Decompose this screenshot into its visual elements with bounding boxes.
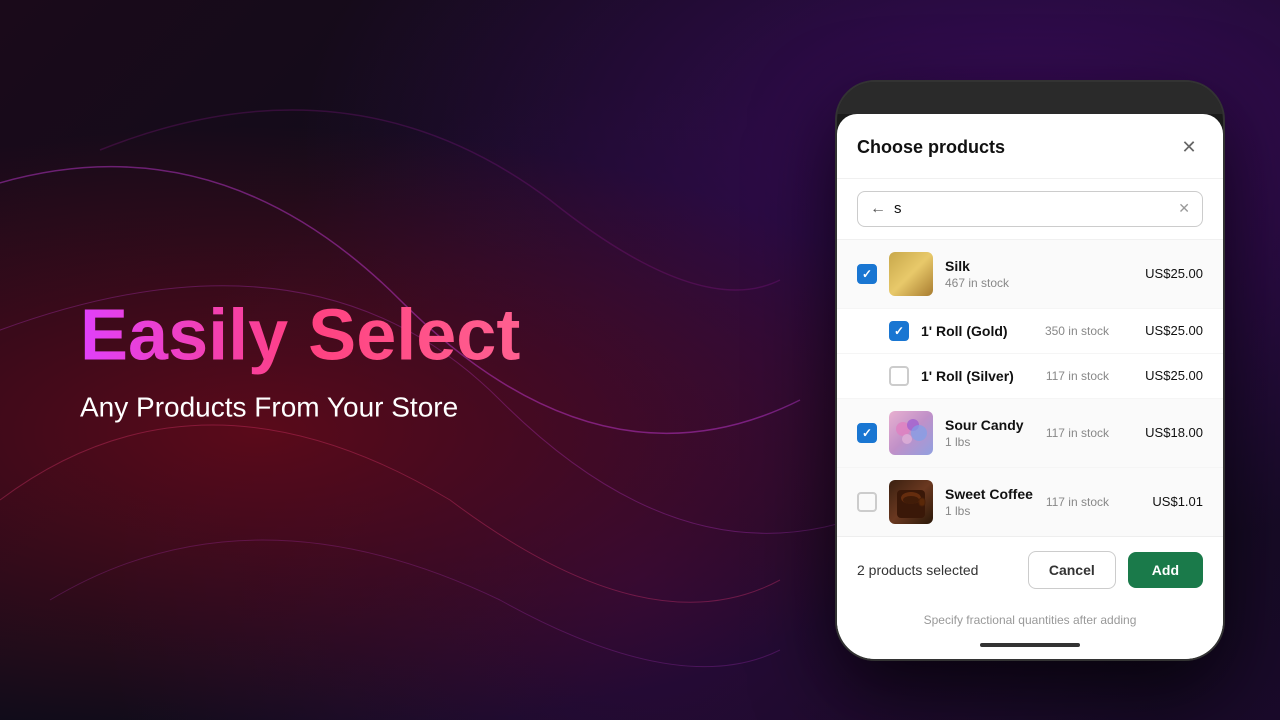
silk-gold-checkbox[interactable] — [889, 321, 909, 341]
modal-header: Choose products ✕ — [837, 114, 1223, 179]
sour-candy-image — [889, 411, 933, 455]
list-item: Sweet Coffee 1 lbs 117 in stock US$1.01 — [837, 468, 1223, 536]
modal-footer: 2 products selected Cancel Add — [837, 536, 1223, 603]
home-bar — [980, 643, 1080, 647]
choose-products-modal: Choose products ✕ ← ✕ Silk — [837, 114, 1223, 659]
product-stock: 117 in stock — [1046, 369, 1109, 383]
product-meta: 1 lbs — [945, 504, 1034, 518]
hero-title: Easily Select — [80, 296, 520, 375]
product-list: Silk 467 in stock US$25.00 1' Roll (Gold… — [837, 240, 1223, 536]
sweet-coffee-image — [889, 480, 933, 524]
product-name: 1' Roll (Silver) — [921, 368, 1034, 384]
phone-top-bar — [837, 82, 1223, 114]
product-meta: 1 lbs — [945, 435, 1034, 449]
search-bar: ← ✕ — [837, 179, 1223, 240]
product-price: US$25.00 — [1133, 266, 1203, 281]
silk-info: Silk 467 in stock — [945, 258, 1121, 290]
silk-checkbox[interactable] — [857, 264, 877, 284]
modal-hint: Specify fractional quantities after addi… — [837, 603, 1223, 643]
list-item: 1' Roll (Silver) 117 in stock US$25.00 — [837, 354, 1223, 399]
hero-subtitle: Any Products From Your Store — [80, 392, 520, 424]
list-item: 1' Roll (Gold) 350 in stock US$25.00 — [837, 309, 1223, 354]
product-stock: 117 in stock — [1046, 495, 1109, 509]
clear-icon[interactable]: ✕ — [1178, 200, 1190, 217]
silk-silver-checkbox[interactable] — [889, 366, 909, 386]
modal-title: Choose products — [857, 137, 1005, 158]
back-icon[interactable]: ← — [870, 200, 886, 218]
sour-candy-info: Sour Candy 1 lbs — [945, 417, 1034, 449]
product-price: US$25.00 — [1133, 323, 1203, 338]
list-item: Silk 467 in stock US$25.00 — [837, 240, 1223, 309]
phone-mockup: Choose products ✕ ← ✕ Silk — [835, 80, 1225, 661]
home-indicator — [837, 643, 1223, 659]
cancel-button[interactable]: Cancel — [1028, 551, 1116, 589]
sour-candy-checkbox[interactable] — [857, 423, 877, 443]
product-name: 1' Roll (Gold) — [921, 323, 1033, 339]
search-input-wrapper: ← ✕ — [857, 191, 1203, 227]
close-button[interactable]: ✕ — [1175, 134, 1203, 162]
selected-count: 2 products selected — [857, 562, 1016, 578]
add-button[interactable]: Add — [1128, 552, 1203, 588]
hero-section: Easily Select Any Products From Your Sto… — [80, 296, 520, 423]
product-stock: 350 in stock — [1045, 324, 1109, 338]
sweet-coffee-info: Sweet Coffee 1 lbs — [945, 486, 1034, 518]
silk-gold-info: 1' Roll (Gold) — [921, 323, 1033, 339]
phone-mockup-area: Choose products ✕ ← ✕ Silk — [780, 0, 1280, 720]
product-meta: 467 in stock — [945, 276, 1121, 290]
product-name: Sour Candy — [945, 417, 1034, 433]
list-item: Sour Candy 1 lbs 117 in stock US$18.00 — [837, 399, 1223, 468]
search-input[interactable] — [894, 200, 1170, 217]
product-price: US$18.00 — [1133, 425, 1203, 440]
product-stock: 117 in stock — [1046, 426, 1109, 440]
product-price: US$1.01 — [1133, 494, 1203, 509]
product-price: US$25.00 — [1133, 368, 1203, 383]
silk-image — [889, 252, 933, 296]
product-name: Silk — [945, 258, 1121, 274]
silk-silver-info: 1' Roll (Silver) — [921, 368, 1034, 384]
product-name: Sweet Coffee — [945, 486, 1034, 502]
sweet-coffee-checkbox[interactable] — [857, 492, 877, 512]
